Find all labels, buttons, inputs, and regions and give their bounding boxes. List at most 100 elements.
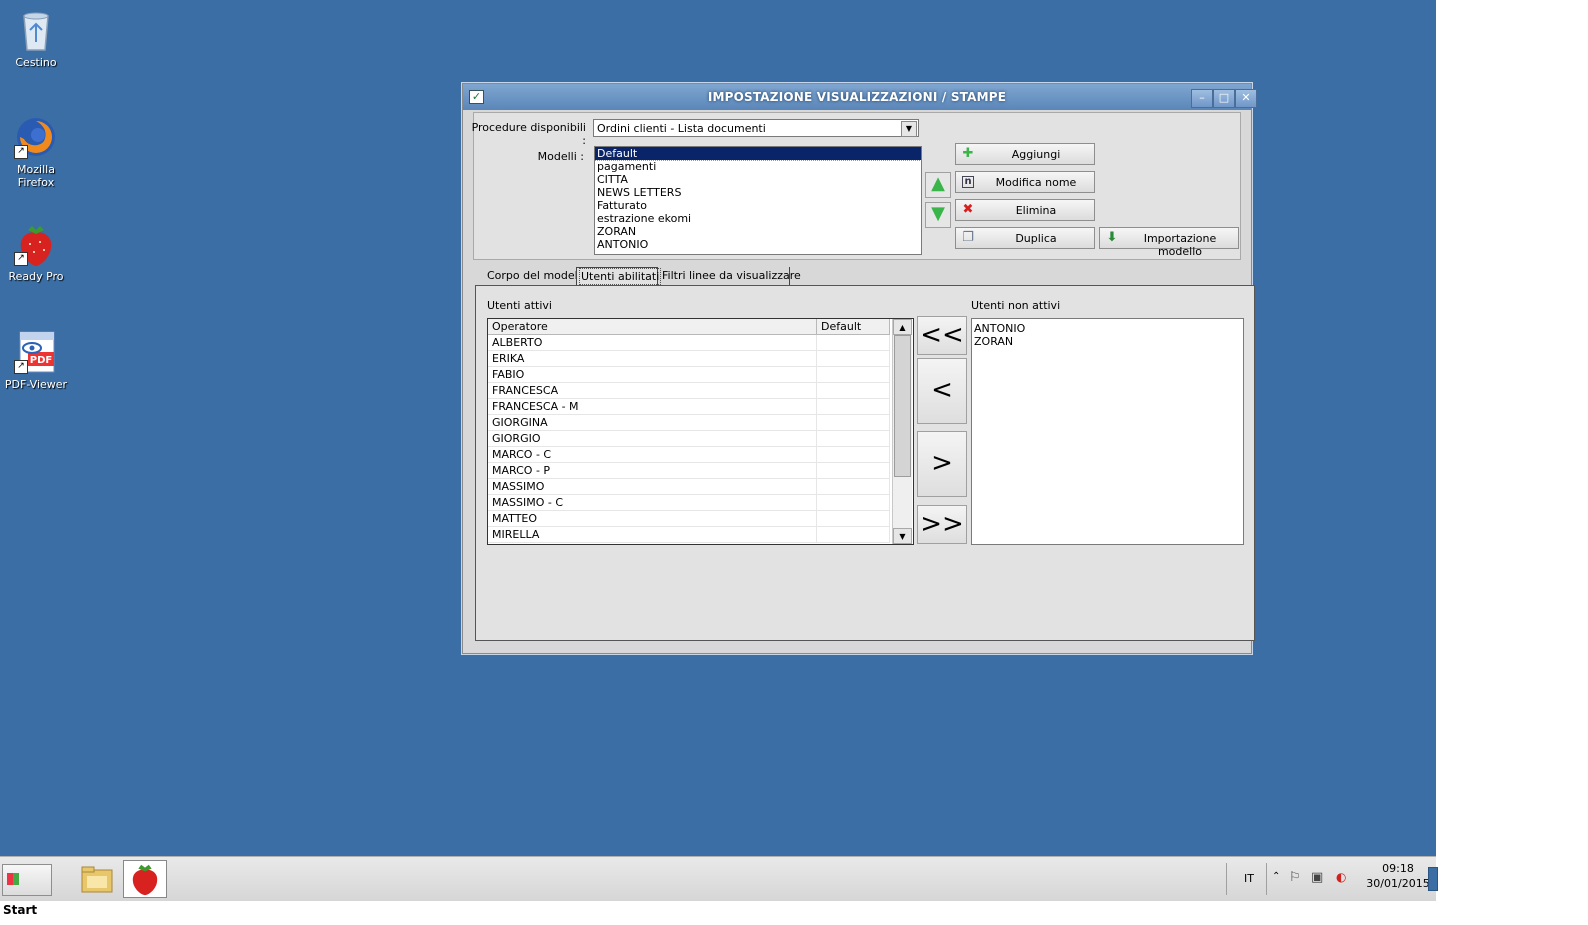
move-left-button[interactable]: <: [917, 358, 967, 424]
window-title: IMPOSTAZIONE VISUALIZZAZIONI / STAMPE: [707, 90, 1007, 104]
tab-corpo-del-modello[interactable]: Corpo del modello: [483, 267, 587, 285]
list-item[interactable]: ANTONIO: [595, 238, 921, 251]
table-row[interactable]: MASSIMO - C: [488, 494, 890, 511]
table-row[interactable]: MARCO - P: [488, 462, 890, 479]
taskbar-ready-pro-button[interactable]: [123, 860, 167, 898]
aggiungi-button[interactable]: ✚ Aggiungi: [955, 143, 1095, 165]
start-button[interactable]: Start: [2, 864, 52, 917]
shortcut-arrow-icon: ↗: [14, 360, 28, 374]
taskbar-divider: [1226, 863, 1227, 895]
desktop-icon-ready-pro[interactable]: ↗ Ready Pro: [0, 222, 72, 283]
table-row[interactable]: ERIKA: [488, 350, 890, 367]
list-item[interactable]: pagamenti: [595, 160, 921, 173]
pdf-viewer-icon: PDF ↗: [14, 330, 58, 374]
firefox-icon: ↗: [14, 115, 58, 159]
list-item[interactable]: NEWS LETTERS: [595, 186, 921, 199]
minimize-button[interactable]: –: [1191, 89, 1213, 108]
list-item[interactable]: ANTONIO: [972, 322, 1243, 335]
taskbar-divider: [1266, 863, 1267, 895]
modelli-listbox[interactable]: Default pagamenti CITTA NEWS LETTERS Fat…: [594, 146, 922, 255]
tab-utenti-abilitati[interactable]: Utenti abilitati: [576, 267, 662, 285]
table-row[interactable]: MARCO - C: [488, 446, 890, 463]
grid-vertical-scrollbar[interactable]: ▲ ▼: [892, 319, 912, 544]
desktop-icon-pdf-viewer[interactable]: PDF ↗ PDF-Viewer: [0, 330, 72, 391]
window-titlebar[interactable]: ✓ IMPOSTAZIONE VISUALIZZAZIONI / STAMPE …: [463, 84, 1257, 110]
desktop: Cestino ↗ Mozilla Firefox ↗ Ready Pro PD…: [0, 0, 1436, 856]
arrow-up-icon: ▲: [931, 173, 945, 194]
folder-icon: [81, 866, 113, 893]
table-row[interactable]: FABIO: [488, 366, 890, 383]
windows-logo-icon: [7, 873, 19, 885]
arrow-down-icon: ▼: [931, 203, 945, 224]
show-desktop-button[interactable]: [1428, 867, 1438, 891]
move-all-right-button[interactable]: >>: [917, 505, 967, 544]
shortcut-arrow-icon: ↗: [14, 252, 28, 266]
move-down-button[interactable]: ▼: [925, 202, 951, 228]
list-item[interactable]: ZORAN: [972, 335, 1243, 348]
column-header-operatore[interactable]: Operatore: [488, 319, 817, 335]
clock-time[interactable]: 09:18: [1370, 862, 1426, 875]
procedure-select[interactable]: Ordini clienti - Lista documenti ▼: [593, 119, 919, 137]
table-row[interactable]: FRANCESCA - M: [488, 398, 890, 415]
table-row[interactable]: GIORGIO: [488, 430, 890, 447]
utenti-non-attivi-label: Utenti non attivi: [971, 299, 1061, 312]
table-row[interactable]: MATTEO: [488, 510, 890, 527]
procedure-select-value: Ordini clienti - Lista documenti: [597, 122, 766, 135]
list-item[interactable]: ZORAN: [595, 225, 921, 238]
svg-text:PDF: PDF: [30, 355, 52, 366]
importazione-modello-button[interactable]: ⬇ Importazione modello: [1099, 227, 1239, 258]
desktop-icon-label: Cestino: [15, 56, 57, 69]
network-icon[interactable]: ▣: [1311, 870, 1323, 885]
desktop-icon-cestino[interactable]: Cestino: [0, 8, 72, 69]
table-row[interactable]: GIORGINA: [488, 414, 890, 431]
table-row[interactable]: FRANCESCA: [488, 382, 890, 399]
users-table: Operatore Default ALBERTO ERIKA FABIO FR…: [488, 319, 890, 543]
maximize-button[interactable]: □: [1213, 89, 1235, 108]
strawberry-icon: ↗: [14, 222, 58, 266]
strawberry-icon: [132, 864, 158, 896]
utenti-attivi-grid[interactable]: Operatore Default ALBERTO ERIKA FABIO FR…: [487, 318, 914, 545]
list-item[interactable]: Fatturato: [595, 199, 921, 212]
move-all-left-button[interactable]: <<: [917, 316, 967, 355]
modelli-label: Modelli :: [537, 150, 584, 163]
delete-x-icon: ✖: [962, 202, 974, 217]
scroll-up-arrow-icon[interactable]: ▲: [893, 319, 912, 335]
import-icon: ⬇: [1106, 230, 1118, 245]
volume-muted-icon[interactable]: ◐: [1336, 870, 1346, 884]
modifica-nome-button[interactable]: n Modifica nome: [955, 171, 1095, 193]
taskbar: Start IT ⌃ ⚐ ▣ ◐ 09:18 30/01/2015: [0, 856, 1438, 917]
table-row[interactable]: ALBERTO: [488, 334, 890, 351]
shortcut-arrow-icon: ↗: [14, 145, 28, 159]
list-item[interactable]: estrazione ekomi: [595, 212, 921, 225]
table-row[interactable]: MASSIMO: [488, 478, 890, 495]
action-center-flag-icon[interactable]: ⚐: [1289, 870, 1301, 885]
move-up-button[interactable]: ▲: [925, 172, 951, 198]
column-header-default[interactable]: Default: [816, 319, 890, 335]
table-row[interactable]: MIRELLA: [488, 526, 890, 543]
scroll-down-arrow-icon[interactable]: ▼: [893, 528, 912, 544]
list-item[interactable]: Default: [595, 147, 921, 161]
recycle-bin-icon: [14, 8, 58, 52]
chevron-down-icon[interactable]: ▼: [901, 121, 917, 137]
desktop-icon-label: PDF-Viewer: [4, 378, 68, 391]
utenti-attivi-label: Utenti attivi: [487, 299, 552, 312]
elimina-button[interactable]: ✖ Elimina: [955, 199, 1095, 221]
list-item[interactable]: CITTA: [595, 173, 921, 186]
scrollbar-thumb[interactable]: [894, 335, 911, 477]
utenti-non-attivi-listbox[interactable]: ANTONIO ZORAN: [971, 318, 1244, 545]
move-right-button[interactable]: >: [917, 431, 967, 497]
desktop-icon-firefox[interactable]: ↗ Mozilla Firefox: [0, 115, 72, 189]
procedure-label: Procedure disponibili :: [471, 121, 586, 147]
tab-filtri-linee[interactable]: Filtri linee da visualizzare: [658, 267, 801, 285]
desktop-icon-label: Mozilla Firefox: [17, 163, 55, 189]
close-button[interactable]: ✕: [1235, 89, 1257, 108]
rename-icon: n: [962, 176, 974, 188]
clock-date[interactable]: 30/01/2015: [1360, 877, 1436, 890]
duplica-button[interactable]: ❐ Duplica: [955, 227, 1095, 249]
duplicate-icon: ❐: [962, 230, 974, 245]
plus-icon: ✚: [962, 146, 974, 161]
show-hidden-icons-icon[interactable]: ⌃: [1272, 871, 1280, 882]
language-indicator[interactable]: IT: [1244, 872, 1254, 885]
desktop-icon-label: Ready Pro: [8, 270, 64, 283]
taskbar-explorer-button[interactable]: [75, 860, 119, 898]
